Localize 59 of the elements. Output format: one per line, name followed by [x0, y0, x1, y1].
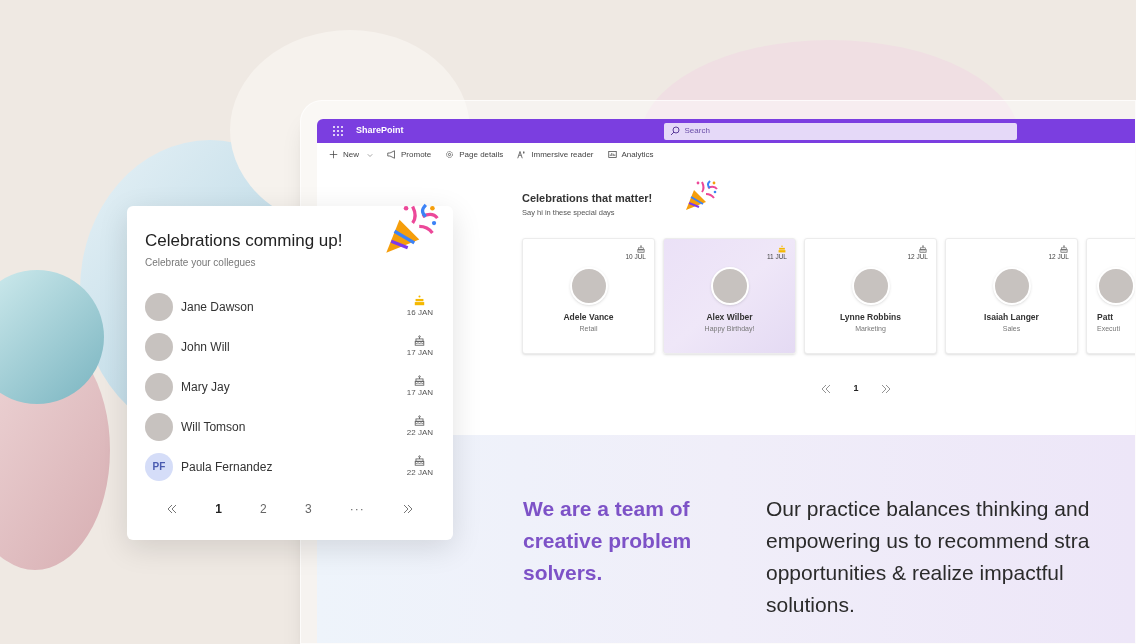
avatar	[145, 292, 173, 321]
page-button[interactable]: 2	[256, 499, 271, 518]
avatar	[145, 412, 173, 441]
avatar	[569, 266, 608, 305]
birthday-date: 17 JAN	[406, 346, 433, 359]
person-name: Patt	[1097, 310, 1114, 324]
card-subtitle: Celebrate your collegues	[145, 255, 257, 270]
double-chevron-right-icon	[403, 503, 413, 514]
avatar	[851, 266, 890, 305]
person-name: Mary Jay	[181, 378, 231, 396]
birthday-date: 16 JAN	[406, 306, 433, 319]
cake-icon	[637, 244, 645, 253]
about-paragraph: Our practice balances thinking and empowering us to recommend stra opportunities & realize impactful solutions.	[766, 496, 1090, 619]
person-name: Isaiah Langer	[984, 310, 1039, 324]
about-heading: We are a team of creative problem solvers.	[523, 496, 693, 587]
person-name: Paula Fernandez	[181, 458, 274, 476]
chart-icon	[607, 150, 617, 159]
details-button[interactable]: Page details	[445, 148, 504, 161]
person-name: Will Tomson	[181, 418, 247, 436]
section-title: Celebrations that matter!	[522, 191, 653, 206]
person-name: Alex Wilber	[706, 310, 753, 324]
reader-button[interactable]: Immersive reader	[517, 148, 594, 161]
search-field[interactable]: Search	[663, 122, 1017, 140]
birthday-date: 17 JAN	[406, 386, 433, 399]
birthday-date: 22 JAN	[406, 426, 433, 439]
search-icon	[669, 126, 680, 136]
app-name[interactable]: SharePoint	[356, 124, 404, 138]
plus-icon	[329, 150, 338, 159]
person-name: Adele Vance	[563, 310, 614, 324]
promote-button[interactable]: Promote	[387, 148, 432, 161]
more-pages-button[interactable]: ···	[345, 499, 369, 518]
page-button[interactable]: 1	[847, 381, 865, 396]
page-button[interactable]: 1	[211, 499, 226, 518]
avatar	[992, 266, 1031, 305]
cake-icon	[1060, 244, 1068, 253]
party-popper-icon	[684, 178, 719, 212]
cake-icon	[919, 244, 927, 253]
analytics-button[interactable]: Analytics	[607, 148, 654, 161]
birthday-date: 22 JAN	[406, 466, 433, 479]
new-button[interactable]: New	[329, 148, 373, 161]
page-button[interactable]: 3	[300, 499, 316, 518]
text-icon	[517, 150, 527, 159]
double-chevron-left-icon	[821, 383, 832, 394]
app-launcher-icon[interactable]	[332, 125, 344, 137]
chevron-down-icon	[367, 151, 373, 158]
avatar	[145, 372, 173, 401]
double-chevron-right-icon	[880, 383, 891, 394]
cake-icon	[778, 244, 786, 253]
card-title: Celebrations comming up!	[145, 230, 344, 252]
person-name: Lynne Robbins	[839, 310, 902, 324]
double-chevron-left-icon	[167, 503, 177, 514]
gear-icon	[445, 150, 455, 159]
initials-avatar: PF	[145, 452, 173, 481]
avatar	[1097, 266, 1135, 305]
person-name: John Will	[181, 338, 231, 356]
avatar	[710, 266, 749, 305]
avatar	[145, 332, 173, 361]
megaphone-icon	[387, 150, 396, 159]
person-name: Jane Dawson	[181, 298, 255, 316]
